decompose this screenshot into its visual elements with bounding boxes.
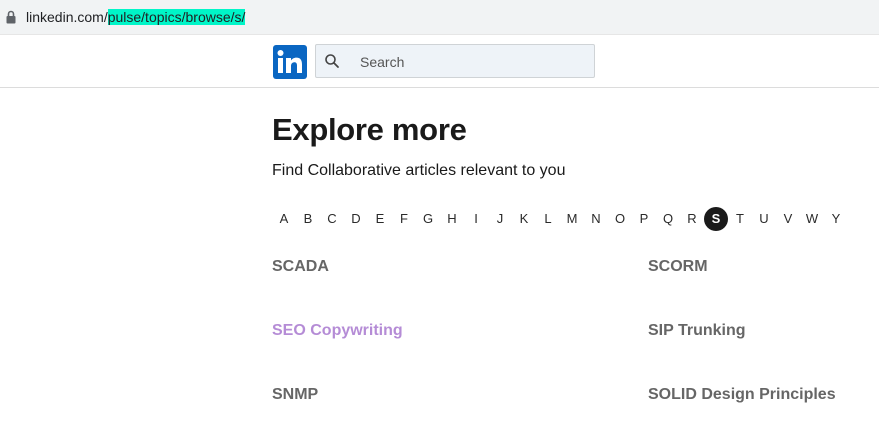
alphabet-letter-w[interactable]: W xyxy=(800,207,824,231)
topic-link[interactable]: SEO Copywriting xyxy=(272,322,403,340)
topic-link[interactable]: SIP Trunking xyxy=(648,322,746,340)
alphabet-letter-r[interactable]: R xyxy=(680,207,704,231)
alphabet-letter-v[interactable]: V xyxy=(776,207,800,231)
alphabet-letter-y[interactable]: Y xyxy=(824,207,848,231)
alphabet-letter-q[interactable]: Q xyxy=(656,207,680,231)
alphabet-letter-e[interactable]: E xyxy=(368,207,392,231)
url-text[interactable]: linkedin.com/pulse/topics/browse/s/ xyxy=(26,9,246,25)
alphabet-letter-t[interactable]: T xyxy=(728,207,752,231)
alphabet-letter-m[interactable]: M xyxy=(560,207,584,231)
alphabet-letter-f[interactable]: F xyxy=(392,207,416,231)
alphabet-letter-b[interactable]: B xyxy=(296,207,320,231)
alphabet-letter-k[interactable]: K xyxy=(512,207,536,231)
page-subtitle: Find Collaborative articles relevant to … xyxy=(272,162,566,179)
search-box[interactable] xyxy=(315,44,595,78)
alphabet-letter-j[interactable]: J xyxy=(488,207,512,231)
topic-link[interactable]: SNMP xyxy=(272,386,318,404)
alphabet-letter-i[interactable]: I xyxy=(464,207,488,231)
linkedin-logo[interactable] xyxy=(273,45,307,79)
lock-icon xyxy=(6,10,16,24)
browser-address-bar[interactable]: linkedin.com/pulse/topics/browse/s/ xyxy=(0,0,879,35)
alphabet-letter-n[interactable]: N xyxy=(584,207,608,231)
alphabet-letter-c[interactable]: C xyxy=(320,207,344,231)
alphabet-letter-l[interactable]: L xyxy=(536,207,560,231)
alphabet-letter-p[interactable]: P xyxy=(632,207,656,231)
url-path: pulse/topics/browse/s/ xyxy=(107,9,246,25)
alphabet-letter-h[interactable]: H xyxy=(440,207,464,231)
alphabet-letter-g[interactable]: G xyxy=(416,207,440,231)
url-host: linkedin.com/ xyxy=(26,9,108,25)
topic-link[interactable]: SCORM xyxy=(648,258,708,276)
alphabet-letter-s[interactable]: S xyxy=(704,207,728,231)
alphabet-letter-o[interactable]: O xyxy=(608,207,632,231)
alphabet-letter-d[interactable]: D xyxy=(344,207,368,231)
alphabet-nav: ABCDEFGHIJKLMNOPQRSTUVWY xyxy=(272,207,848,231)
search-input[interactable] xyxy=(358,51,582,73)
topic-link[interactable]: SOLID Design Principles xyxy=(648,386,836,404)
search-icon xyxy=(325,54,339,68)
alphabet-letter-u[interactable]: U xyxy=(752,207,776,231)
page-title: Explore more xyxy=(272,112,467,147)
alphabet-letter-a[interactable]: A xyxy=(272,207,296,231)
site-header xyxy=(0,35,879,88)
topic-link[interactable]: SCADA xyxy=(272,258,329,276)
